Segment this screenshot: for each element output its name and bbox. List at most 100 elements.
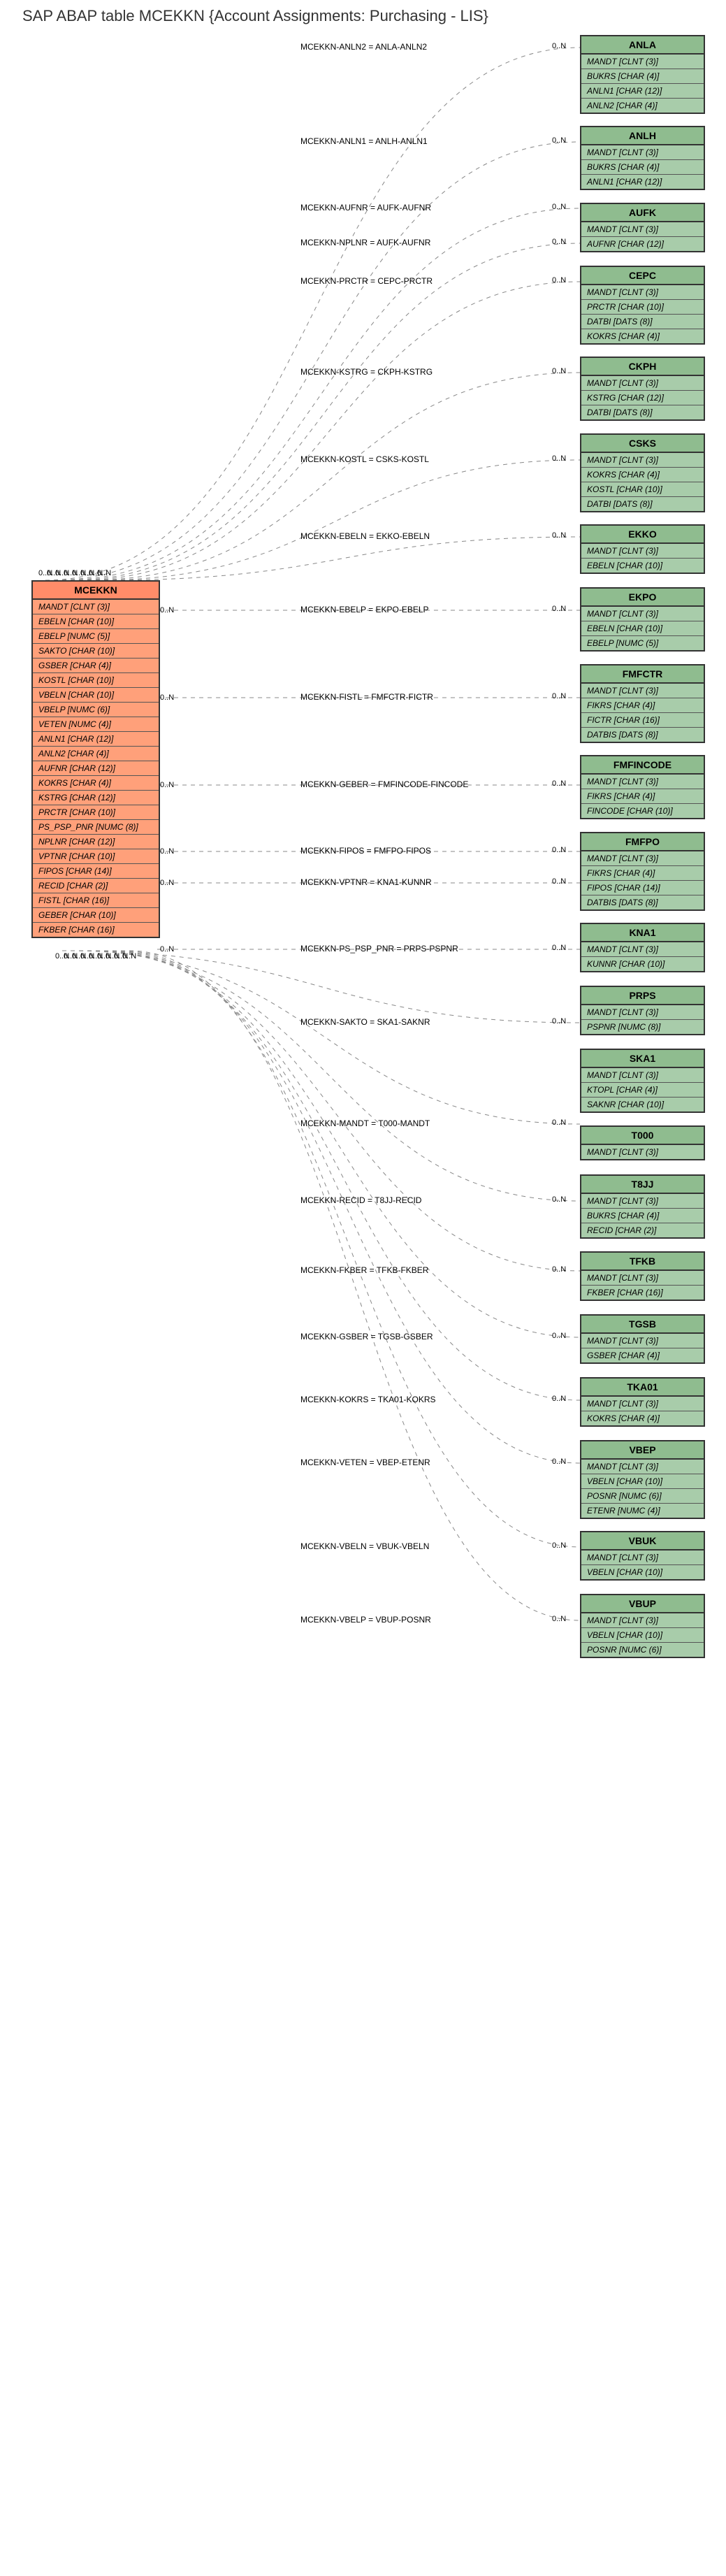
entity-table-fmfincode: FMFINCODEMANDT [CLNT (3)]FIKRS [CHAR (4)… [580,755,705,819]
main-field: VETEN [NUMC (4)] [33,717,159,732]
main-field: KSTRG [CHAR (12)] [33,791,159,805]
entity-field: EBELP [NUMC (5)] [581,636,704,650]
entity-field: MANDT [CLNT (3)] [581,1068,704,1083]
entity-table-tka01: TKA01MANDT [CLNT (3)]KOKRS [CHAR (4)] [580,1377,705,1427]
entity-field: MANDT [CLNT (3)] [581,1271,704,1286]
entity-table-ekko: EKKOMANDT [CLNT (3)]EBELN [CHAR (10)] [580,524,705,574]
relation-label: MCEKKN-VPTNR = KNA1-KUNNR [300,877,432,887]
page-title: SAP ABAP table MCEKKN {Account Assignmen… [22,7,488,25]
diagram-canvas: SAP ABAP table MCEKKN {Account Assignmen… [0,0,726,2576]
entity-field: ANLN1 [CHAR (12)] [581,175,704,189]
cardinality-entity: 0..N [552,1118,566,1127]
relation-label: MCEKKN-MANDT = T000-MANDT [300,1118,430,1128]
entity-header: TFKB [581,1253,704,1271]
entity-field: SAKNR [CHAR (10)] [581,1098,704,1111]
cardinality-main: 0..N [160,781,174,789]
main-field: KOKRS [CHAR (4)] [33,776,159,791]
cardinality-entity: 0..N [552,692,566,700]
entity-header: VBEP [581,1441,704,1460]
entity-field: EBELN [CHAR (10)] [581,621,704,636]
entity-field: MANDT [CLNT (3)] [581,544,704,559]
entity-table-vbuk: VBUKMANDT [CLNT (3)]VBELN [CHAR (10)] [580,1531,705,1581]
entity-field: KUNNR [CHAR (10)] [581,957,704,971]
main-field: ANLN2 [CHAR (4)] [33,747,159,761]
entity-field: POSNR [NUMC (6)] [581,1643,704,1657]
cardinality-entity: 0..N [552,367,566,375]
entity-field: VBELN [CHAR (10)] [581,1565,704,1579]
entity-field: MANDT [CLNT (3)] [581,285,704,300]
cardinality-main: 0..N [97,569,111,577]
entity-field: VBELN [CHAR (10)] [581,1628,704,1643]
entity-field: BUKRS [CHAR (4)] [581,160,704,175]
entity-field: KOKRS [CHAR (4)] [581,1411,704,1425]
entity-header: ANLH [581,127,704,145]
entity-header: PRPS [581,987,704,1005]
cardinality-main: 0..N [160,847,174,856]
entity-field: ETENR [NUMC (4)] [581,1504,704,1518]
entity-header: CEPC [581,267,704,285]
entity-header: VBUP [581,1595,704,1613]
relation-label: MCEKKN-KOSTL = CSKS-KOSTL [300,454,429,464]
entity-table-ska1: SKA1MANDT [CLNT (3)]KTOPL [CHAR (4)]SAKN… [580,1049,705,1113]
cardinality-entity: 0..N [552,1332,566,1340]
entity-field: FIPOS [CHAR (14)] [581,881,704,895]
entity-table-fmfpo: FMFPOMANDT [CLNT (3)]FIKRS [CHAR (4)]FIP… [580,832,705,911]
cardinality-entity: 0..N [552,276,566,285]
cardinality-entity: 0..N [552,42,566,50]
entity-field: KSTRG [CHAR (12)] [581,391,704,405]
entity-header: T8JJ [581,1176,704,1194]
main-field: EBELN [CHAR (10)] [33,614,159,629]
main-table-mcekkn: MCEKKN MANDT [CLNT (3)]EBELN [CHAR (10)]… [31,580,160,938]
main-field: PRCTR [CHAR (10)] [33,805,159,820]
entity-table-anla: ANLAMANDT [CLNT (3)]BUKRS [CHAR (4)]ANLN… [580,35,705,114]
entity-header: ANLA [581,36,704,55]
relation-label: MCEKKN-AUFNR = AUFK-AUFNR [300,203,431,213]
entity-table-t000: T000MANDT [CLNT (3)] [580,1125,705,1160]
entity-field: KOKRS [CHAR (4)] [581,468,704,482]
main-field: VPTNR [CHAR (10)] [33,849,159,864]
cardinality-entity: 0..N [552,1195,566,1204]
entity-header: SKA1 [581,1050,704,1068]
entity-field: MANDT [CLNT (3)] [581,942,704,957]
entity-field: ANLN1 [CHAR (12)] [581,84,704,99]
entity-field: MANDT [CLNT (3)] [581,775,704,789]
entity-field: MANDT [CLNT (3)] [581,145,704,160]
cardinality-main: 0..N [160,945,174,954]
relation-label: MCEKKN-FIPOS = FMFPO-FIPOS [300,846,431,856]
entity-field: MANDT [CLNT (3)] [581,453,704,468]
entity-field: MANDT [CLNT (3)] [581,1550,704,1565]
main-field: PS_PSP_PNR [NUMC (8)] [33,820,159,835]
cardinality-entity: 0..N [552,238,566,246]
relation-label: MCEKKN-VETEN = VBEP-ETENR [300,1458,430,1467]
relation-label: MCEKKN-KOKRS = TKA01-KOKRS [300,1395,436,1404]
entity-field: FIKRS [CHAR (4)] [581,789,704,804]
entity-table-cepc: CEPCMANDT [CLNT (3)]PRCTR [CHAR (10)]DAT… [580,266,705,345]
entity-field: MANDT [CLNT (3)] [581,376,704,391]
relation-label: MCEKKN-GEBER = FMFINCODE-FINCODE [300,779,468,789]
entity-header: EKPO [581,589,704,607]
entity-field: MANDT [CLNT (3)] [581,851,704,866]
relation-label: MCEKKN-FKBER = TFKB-FKBER [300,1265,428,1275]
cardinality-entity: 0..N [552,779,566,788]
entity-field: KOSTL [CHAR (10)] [581,482,704,497]
relation-label: MCEKKN-GSBER = TGSB-GSBER [300,1332,433,1341]
cardinality-entity: 0..N [552,605,566,613]
entity-field: RECID [CHAR (2)] [581,1223,704,1237]
cardinality-main: 0..N [160,879,174,887]
relation-label: MCEKKN-PRCTR = CEPC-PRCTR [300,276,433,286]
entity-header: EKKO [581,526,704,544]
entity-header: TKA01 [581,1379,704,1397]
entity-field: KTOPL [CHAR (4)] [581,1083,704,1098]
main-field: FIPOS [CHAR (14)] [33,864,159,879]
relation-label: MCEKKN-EBELN = EKKO-EBELN [300,531,430,541]
cardinality-entity: 0..N [552,1265,566,1274]
cardinality-entity: 0..N [552,203,566,211]
relation-label: MCEKKN-KSTRG = CKPH-KSTRG [300,367,433,377]
cardinality-entity: 0..N [552,1017,566,1026]
entity-table-anlh: ANLHMANDT [CLNT (3)]BUKRS [CHAR (4)]ANLN… [580,126,705,190]
relation-label: MCEKKN-RECID = T8JJ-RECID [300,1195,421,1205]
entity-table-aufk: AUFKMANDT [CLNT (3)]AUFNR [CHAR (12)] [580,203,705,252]
cardinality-entity: 0..N [552,877,566,886]
entity-field: BUKRS [CHAR (4)] [581,69,704,84]
entity-field: MANDT [CLNT (3)] [581,1005,704,1020]
